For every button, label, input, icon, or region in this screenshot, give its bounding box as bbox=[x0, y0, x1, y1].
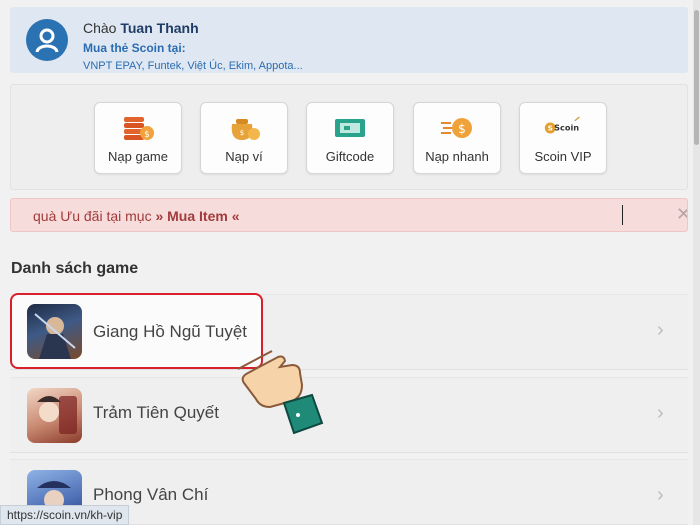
svg-text:$: $ bbox=[144, 130, 150, 140]
nap-nhanh-button[interactable]: $ Nạp nhanh bbox=[413, 102, 501, 174]
giftcode-button[interactable]: Giftcode bbox=[306, 102, 394, 174]
buy-scoin-title: Mua thẻ Scoin tại: bbox=[83, 41, 186, 55]
game-row[interactable]: Trảm Tiên Quyết › bbox=[10, 377, 688, 453]
close-icon[interactable]: ✕ bbox=[676, 204, 687, 225]
notice-text: quà Ưu đãi tại mục » Mua Item « bbox=[33, 208, 240, 224]
nap-game-button[interactable]: $ Nạp game bbox=[94, 102, 182, 174]
svg-text:$: $ bbox=[240, 129, 244, 137]
nap-vi-button[interactable]: $ Nạp ví bbox=[200, 102, 288, 174]
coin-stack-icon: $ bbox=[118, 113, 158, 143]
chevron-right-icon: › bbox=[657, 402, 664, 424]
highlighted-game-row[interactable]: Giang Hồ Ngũ Tuyệt bbox=[10, 293, 263, 369]
text-cursor bbox=[622, 205, 623, 225]
scoin-vip-label: Scoin VIP bbox=[534, 149, 592, 164]
scoin-logo-icon: S Scoin bbox=[543, 113, 583, 143]
chevron-right-icon: › bbox=[657, 319, 664, 341]
giftcode-label: Giftcode bbox=[325, 149, 375, 164]
greeting-prefix: Chào bbox=[83, 20, 117, 36]
money-bag-icon: $ bbox=[224, 113, 264, 143]
pointing-hand-icon bbox=[230, 345, 330, 440]
notice-prefix: quà Ưu đãi tại mục bbox=[33, 208, 152, 224]
svg-text:$: $ bbox=[458, 122, 466, 136]
account-header: Chào Tuan Thanh Mua thẻ Scoin tại: VNPT … bbox=[10, 7, 688, 73]
greeting: Chào Tuan Thanh bbox=[83, 20, 199, 36]
quick-actions-panel: $ Nạp game $ Nạp ví Giftcode $ Nạp nhanh… bbox=[10, 84, 688, 190]
mua-item-link[interactable]: » Mua Item « bbox=[155, 208, 239, 224]
page: Chào Tuan Thanh Mua thẻ Scoin tại: VNPT … bbox=[0, 0, 700, 525]
game-thumbnail bbox=[27, 388, 82, 443]
game-list-title: Danh sách game bbox=[11, 260, 139, 277]
fast-coin-icon: $ bbox=[437, 113, 477, 143]
status-url: https://scoin.vn/kh-vip bbox=[0, 505, 130, 525]
user-name: Tuan Thanh bbox=[120, 20, 199, 36]
game-thumbnail bbox=[27, 304, 82, 359]
nap-vi-label: Nạp ví bbox=[225, 149, 263, 164]
chevron-right-icon: › bbox=[657, 484, 664, 506]
game-name: Giang Hồ Ngũ Tuyệt bbox=[93, 322, 248, 341]
partner-list[interactable]: VNPT EPAY, Funtek, Việt Úc, Ekim, Appota… bbox=[83, 60, 303, 72]
game-name: Phong Vân Chí bbox=[93, 485, 209, 504]
promo-notice: quà Ưu đãi tại mục » Mua Item « ✕ bbox=[10, 198, 688, 232]
game-name: Trảm Tiên Quyết bbox=[93, 403, 219, 422]
user-avatar-icon[interactable] bbox=[26, 19, 68, 61]
nap-nhanh-label: Nạp nhanh bbox=[425, 149, 489, 164]
nap-game-label: Nạp game bbox=[108, 149, 168, 164]
scrollbar-thumb[interactable] bbox=[694, 10, 699, 145]
ticket-icon bbox=[330, 113, 370, 143]
scoin-vip-button[interactable]: S Scoin Scoin VIP bbox=[519, 102, 607, 174]
svg-text:S: S bbox=[548, 124, 553, 133]
svg-text:Scoin: Scoin bbox=[554, 123, 579, 133]
